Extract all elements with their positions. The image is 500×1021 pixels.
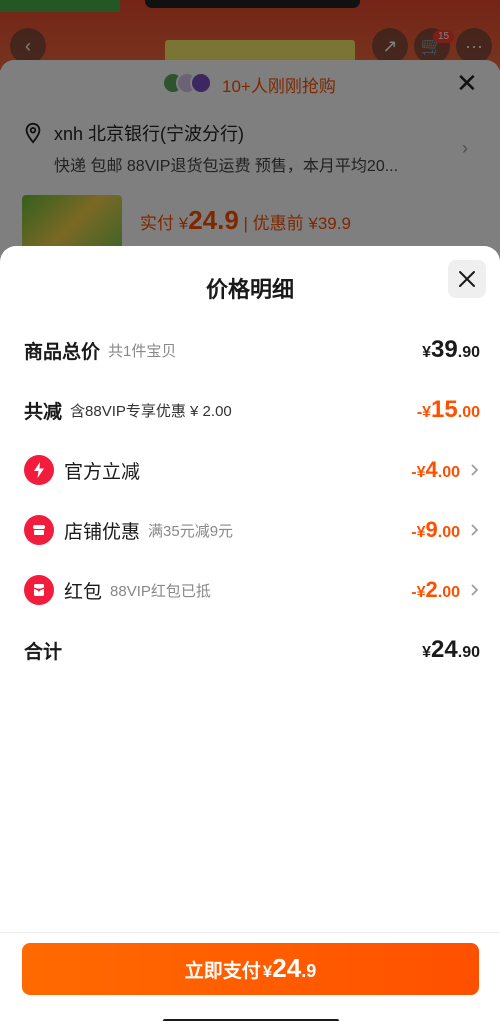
chevron-right-icon bbox=[471, 584, 479, 596]
amount-dec: .00 bbox=[457, 404, 480, 421]
row-label: 共减 bbox=[24, 401, 63, 423]
sheet-title: 价格明细 bbox=[205, 277, 294, 302]
row-grand-total: 合计 ¥24.90 bbox=[24, 630, 480, 670]
row-total-discount: 共减 含88VIP专享优惠 ¥ 2.00 -¥ 15.00 bbox=[24, 390, 480, 430]
amount-int: 39 bbox=[431, 336, 458, 363]
amount-int: 4 bbox=[425, 457, 438, 482]
yen-sign: ¥ bbox=[262, 962, 273, 981]
close-button[interactable] bbox=[448, 260, 486, 298]
red-packet-icon bbox=[24, 575, 54, 605]
row-amount: -¥ 15.00 bbox=[417, 396, 480, 424]
row-sub: 88VIP红包已抵 bbox=[110, 582, 211, 600]
chevron-right-icon bbox=[471, 464, 479, 476]
row-sub: 含88VIP专享优惠 ¥ 2.00 bbox=[70, 402, 232, 420]
row-shop-discount[interactable]: 店铺优惠 满35元减9元 -¥ 9.00 bbox=[24, 510, 480, 550]
amount-dec: .00 bbox=[437, 524, 460, 541]
row-label: 红包 bbox=[64, 581, 103, 603]
price-detail-sheet: 价格明细 商品总价 共1件宝贝 ¥39.90 共减 含88VIP专享优惠 ¥ 2… bbox=[0, 246, 500, 1021]
amount-dec: .90 bbox=[457, 644, 480, 661]
yen-sign: -¥ bbox=[411, 464, 426, 481]
row-amount: ¥39.90 bbox=[422, 336, 480, 364]
close-icon bbox=[459, 271, 475, 287]
amount-int: 2 bbox=[425, 577, 438, 602]
pay-label: 立即支付 bbox=[184, 961, 261, 982]
row-amount: -¥ 2.00 bbox=[411, 577, 460, 603]
amount-int: 24 bbox=[431, 636, 458, 663]
row-label: 合计 bbox=[24, 641, 63, 663]
row-amount: ¥24.90 bbox=[422, 636, 480, 664]
row-total-goods: 商品总价 共1件宝贝 ¥39.90 bbox=[24, 330, 480, 370]
amount-dec: .90 bbox=[457, 344, 480, 361]
pay-now-button[interactable]: 立即支付 ¥ 24 .9 bbox=[22, 943, 479, 995]
row-red-packet[interactable]: 红包 88VIP红包已抵 -¥ 2.00 bbox=[24, 570, 480, 610]
amount-int: 15 bbox=[431, 396, 458, 423]
amount-int: 9 bbox=[425, 517, 438, 542]
chevron-right-icon bbox=[471, 524, 479, 536]
lightning-icon bbox=[24, 455, 54, 485]
amount-dec: .00 bbox=[437, 464, 460, 481]
amount-dec: .00 bbox=[437, 584, 460, 601]
pay-amount-dec: .9 bbox=[301, 961, 317, 981]
row-amount: -¥ 9.00 bbox=[411, 517, 460, 543]
row-label: 店铺优惠 bbox=[64, 521, 141, 543]
row-sub: 共1件宝贝 bbox=[108, 342, 177, 360]
row-sub: 满35元减9元 bbox=[148, 522, 234, 540]
divider bbox=[0, 932, 500, 933]
row-label: 商品总价 bbox=[24, 341, 101, 363]
yen-sign: ¥ bbox=[422, 344, 432, 361]
pay-amount-int: 24 bbox=[272, 953, 302, 983]
yen-sign: -¥ bbox=[411, 584, 426, 601]
row-amount: -¥ 4.00 bbox=[411, 457, 460, 483]
row-label: 官方立减 bbox=[64, 461, 141, 483]
shop-icon bbox=[24, 515, 54, 545]
yen-sign: ¥ bbox=[422, 644, 432, 661]
row-official-discount[interactable]: 官方立减 -¥ 4.00 bbox=[24, 450, 480, 490]
yen-sign: -¥ bbox=[416, 404, 432, 421]
yen-sign: -¥ bbox=[411, 524, 426, 541]
